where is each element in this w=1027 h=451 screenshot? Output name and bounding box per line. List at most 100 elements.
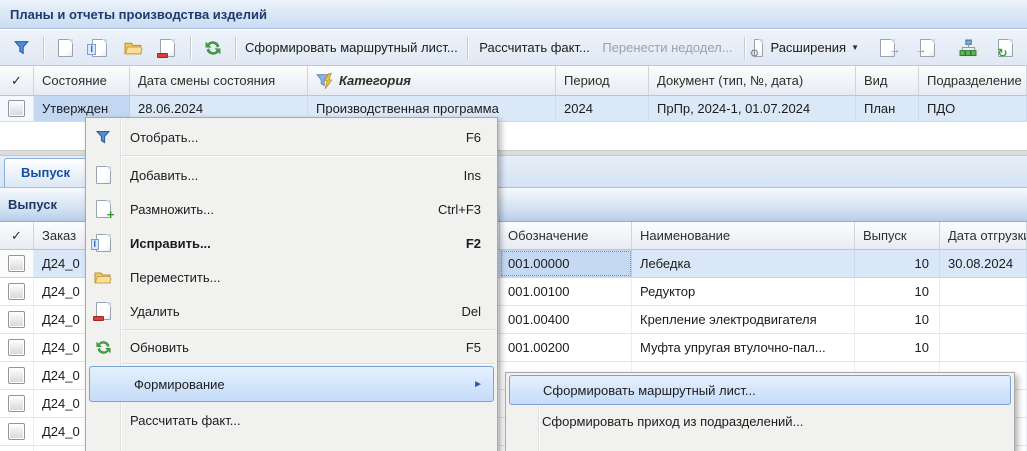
issue-panel-title: Выпуск: [8, 197, 57, 212]
ship-date-cell[interactable]: [940, 306, 1027, 333]
output-cell[interactable]: 10: [855, 306, 940, 333]
plans-department-column-header[interactable]: Подразделение: [919, 66, 1027, 95]
filter-icon: [13, 39, 30, 56]
menu-separator: [122, 329, 495, 331]
tab-issue[interactable]: Выпуск: [4, 158, 87, 187]
row-checkbox[interactable]: [8, 311, 25, 328]
menu-item-label: Обновить: [120, 340, 466, 355]
menu-item-duplicate[interactable]: + Размножить... Ctrl+F3: [86, 192, 497, 226]
ship-date-cell[interactable]: 30.08.2024: [940, 250, 1027, 277]
name-cell[interactable]: Крепление электродвигателя: [632, 306, 855, 333]
plans-document-cell[interactable]: ПрПр, 2024-1, 01.07.2024: [649, 96, 856, 121]
designation-cell[interactable]: 001.00100: [500, 278, 632, 305]
plans-department-cell[interactable]: ПДО: [919, 96, 1027, 121]
menu-item-shortcut: Del: [461, 304, 497, 319]
menu-item-calc-fact[interactable]: Рассчитать факт...: [86, 402, 497, 438]
carry-backlog-button: Перенести недодел...: [596, 34, 738, 62]
row-checkbox[interactable]: [8, 367, 25, 384]
menu-item-refresh[interactable]: Обновить F5: [86, 332, 497, 362]
menu-item-add[interactable]: Добавить... Ins: [86, 158, 497, 192]
row-checkbox-cell: [0, 362, 34, 389]
menu-item-formation[interactable]: Формирование ►: [89, 366, 494, 402]
menu-item-shortcut: Ctrl+F3: [438, 202, 497, 217]
plans-kind-cell[interactable]: План: [856, 96, 919, 121]
orders-ship-date-column-header[interactable]: Дата отгрузки: [940, 222, 1027, 249]
main-toolbar: I Сформировать маршрутный лист... Рассчи…: [0, 30, 1027, 66]
menu-item-shortcut: Ins: [464, 168, 497, 183]
row-checkbox[interactable]: [8, 100, 25, 117]
menu-item-shortcut: F5: [466, 340, 497, 355]
output-cell[interactable]: 10: [855, 250, 940, 277]
delete-document-icon: [86, 302, 120, 320]
plans-state-date-column-header[interactable]: Дата смены состояния: [130, 66, 308, 95]
menu-item-label: Размножить...: [120, 202, 438, 217]
row-checkbox-cell: [0, 278, 34, 305]
structure-tree-icon: [959, 39, 977, 57]
menu-item-delete[interactable]: Удалить Del: [86, 294, 497, 328]
row-checkbox[interactable]: [8, 339, 25, 356]
row-checkbox-cell: [0, 418, 34, 445]
plans-document-column-header[interactable]: Документ (тип, №, дата): [649, 66, 856, 95]
menu-item-move[interactable]: Переместить...: [86, 260, 497, 294]
row-checkbox-cell: [0, 334, 34, 361]
plans-period-column-header[interactable]: Период: [556, 66, 649, 95]
plans-kind-column-header[interactable]: Вид: [856, 66, 919, 95]
extensions-button[interactable]: ⚙ Расширения ▼: [750, 34, 863, 62]
orders-check-column-header[interactable]: ✓: [0, 222, 34, 249]
orders-designation-column-header[interactable]: Обозначение: [500, 222, 632, 249]
row-checkbox[interactable]: [8, 395, 25, 412]
delete-button[interactable]: [151, 34, 185, 62]
designation-cell[interactable]: 001.00200: [500, 334, 632, 361]
add-document-icon: [86, 166, 120, 184]
edit-button[interactable]: I: [83, 34, 117, 62]
toolbar-separator: [190, 37, 191, 59]
row-checkbox-cell: [0, 390, 34, 417]
submenu-item-receipt[interactable]: Сформировать приход из подразделений...: [506, 405, 1014, 437]
export-document-button[interactable]: →: [871, 34, 905, 62]
row-checkbox[interactable]: [8, 255, 25, 272]
toolbar-separator: [43, 37, 44, 59]
name-cell[interactable]: Редуктор: [632, 278, 855, 305]
move-button[interactable]: [117, 34, 151, 62]
plans-period-cell[interactable]: 2024: [556, 96, 649, 121]
refresh-button[interactable]: [196, 34, 230, 62]
menu-item-filter[interactable]: Отобрать... F6: [86, 120, 497, 154]
designation-cell[interactable]: 001.00000: [500, 250, 632, 277]
orders-name-column-header[interactable]: Наименование: [632, 222, 855, 249]
submenu-item-label: Сформировать приход из подразделений...: [506, 414, 1014, 429]
output-cell[interactable]: 10: [855, 278, 940, 305]
menu-item-shortcut: F6: [466, 130, 497, 145]
row-checkbox[interactable]: [8, 283, 25, 300]
open-folder-icon: [124, 40, 143, 56]
import-document-button[interactable]: →: [911, 34, 945, 62]
output-cell[interactable]: 10: [855, 334, 940, 361]
designation-cell[interactable]: 001.00400: [500, 306, 632, 333]
filter-button[interactable]: [4, 34, 38, 62]
plans-check-column-header[interactable]: ✓: [0, 66, 34, 95]
ship-date-cell[interactable]: [940, 334, 1027, 361]
plans-category-column-header[interactable]: Категория: [308, 66, 556, 95]
extensions-label: Расширения: [770, 40, 846, 55]
delete-document-icon: [160, 39, 175, 57]
orders-output-column-header[interactable]: Выпуск: [855, 222, 940, 249]
structure-button[interactable]: [951, 34, 985, 62]
dropdown-arrow-icon: ▼: [851, 43, 859, 52]
calc-fact-button[interactable]: Рассчитать факт...: [473, 34, 597, 62]
form-route-sheet-button[interactable]: Сформировать маршрутный лист...: [241, 34, 462, 62]
sync-document-button[interactable]: ↻: [989, 34, 1023, 62]
add-document-icon: [58, 39, 73, 57]
menu-item-label: Добавить...: [120, 168, 464, 183]
context-menu: Отобрать... F6 Добавить... Ins + Размнож…: [85, 117, 498, 451]
import-document-icon: →: [920, 39, 935, 57]
name-cell[interactable]: Муфта упругая втулочно-пал...: [632, 334, 855, 361]
ship-date-cell[interactable]: [940, 278, 1027, 305]
add-button[interactable]: [49, 34, 83, 62]
row-checkbox[interactable]: [8, 423, 25, 440]
plans-state-column-header[interactable]: Состояние: [34, 66, 130, 95]
submenu-item-route-sheet[interactable]: Сформировать маршрутный лист...: [509, 375, 1011, 405]
menu-item-edit[interactable]: I Исправить... F2: [86, 226, 497, 260]
name-cell[interactable]: Лебедка: [632, 250, 855, 277]
edit-document-icon: I: [86, 234, 120, 252]
duplicate-document-icon: +: [86, 200, 120, 218]
row-checkbox-cell: [0, 306, 34, 333]
